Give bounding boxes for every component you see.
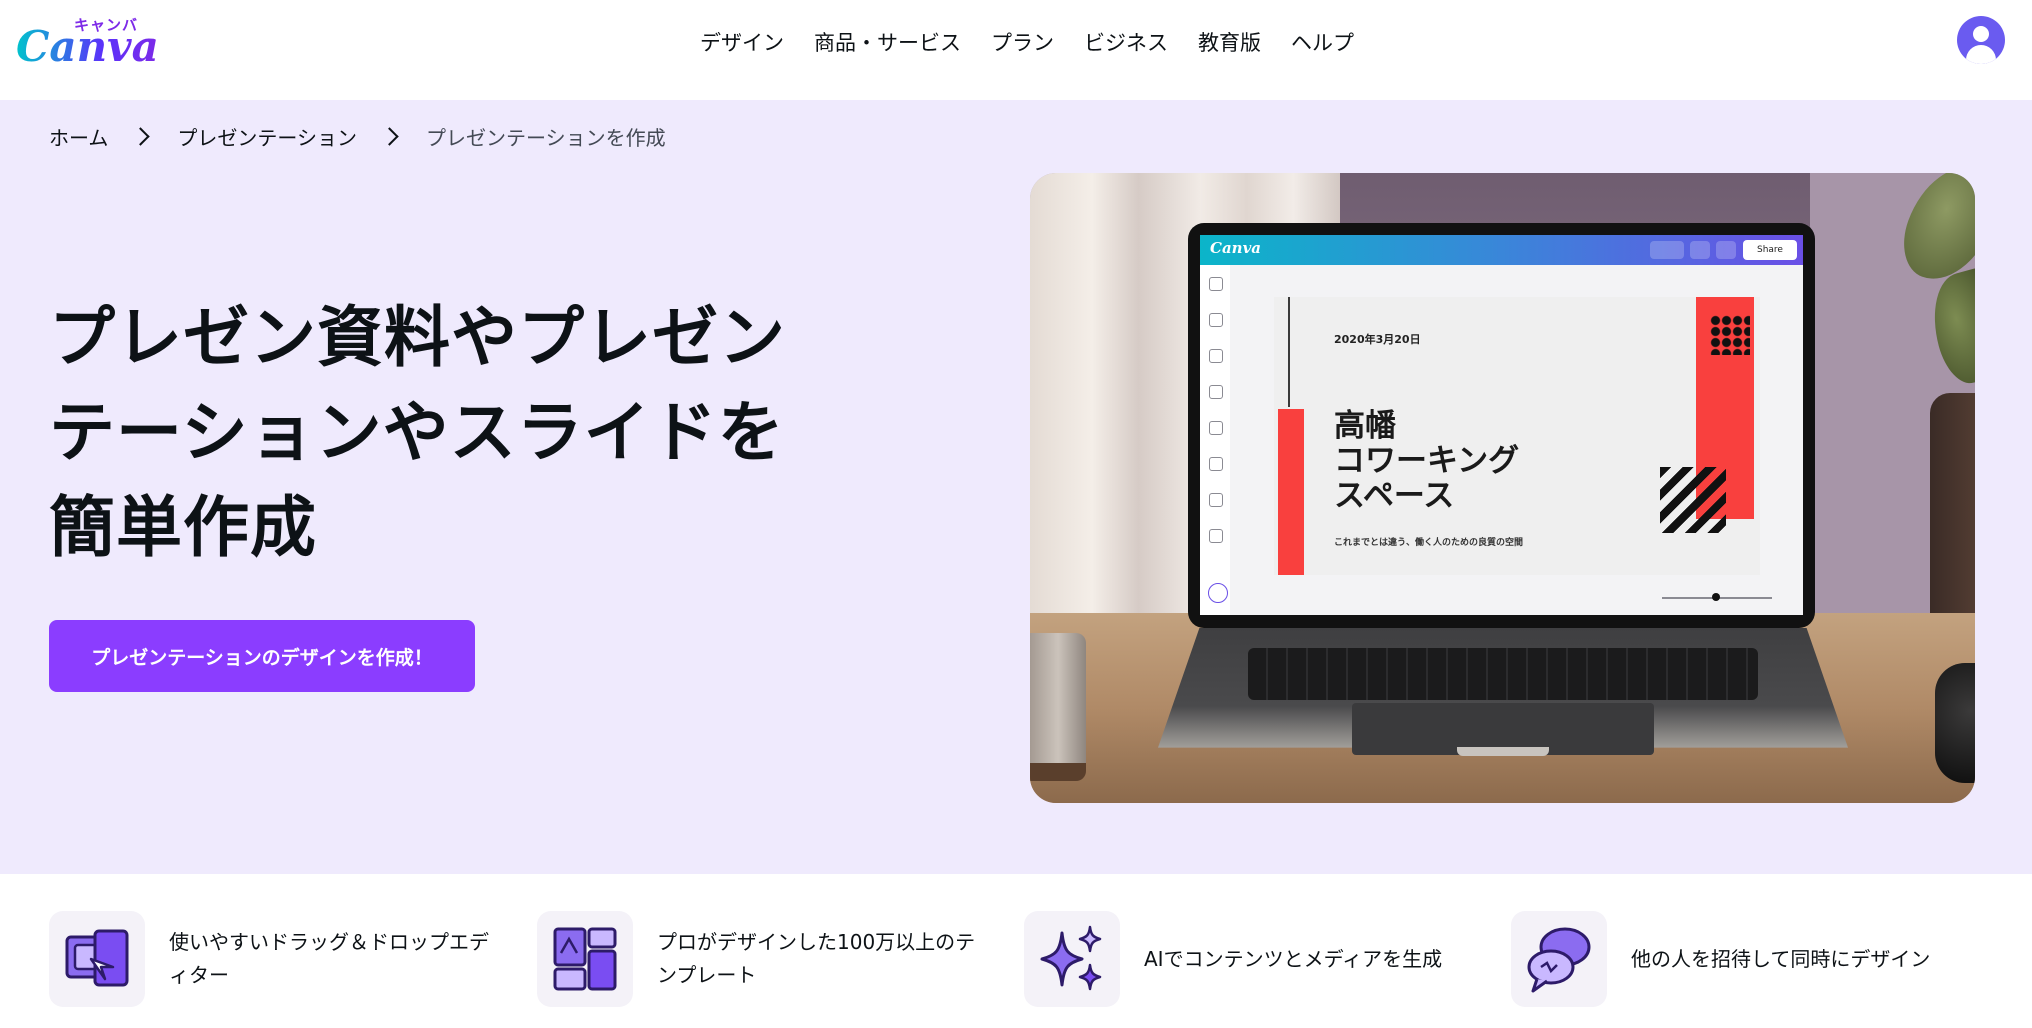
templates-icon [537,911,633,1007]
slide-date: 2020年3月20日 [1334,333,1421,346]
logo-wordmark: Canva [16,22,159,71]
create-presentation-button[interactable]: プレゼンテーションのデザインを作成！ [49,620,475,692]
mockup-text-icon [1209,349,1223,363]
image-camera-lens [1935,663,1975,783]
mockup-canva-editor: Canva Share 2020年3月20日 高幡 コワーキング スペース これ… [1200,235,1803,615]
mockup-zoom-knob [1712,593,1720,601]
avatar-body [1966,45,1996,64]
breadcrumb-home[interactable]: ホーム [49,122,108,151]
slide-line [1288,297,1290,407]
hero-section: ホーム プレゼンテーション プレゼンテーションを作成 プレゼン資料やプレゼンテー… [0,100,2032,874]
slide-title: 高幡 コワーキング スペース [1334,408,1520,514]
feature-text: AIでコンテンツとメディアを生成 [1144,946,1443,971]
mockup-apps-icon [1209,529,1223,543]
mockup-share-button: Share [1743,240,1797,260]
laptop-notch [1457,747,1549,756]
feature-text: 使いやすいドラッグ＆ドロップエディター [169,930,489,987]
nav-business[interactable]: ビジネス [1069,20,1183,64]
avatar-head [1973,26,1989,42]
features-row: 使いやすいドラッグ＆ドロップエディター プロがデザインした100万以上のテンプレ… [0,874,2032,1028]
mockup-elements-icon [1209,313,1223,327]
top-header: キャンバ Canva デザイン 商品・サービス プラン ビジネス 教育版 ヘルプ [0,0,2032,100]
feature-item: プロがデザインした100万以上のテンプレート [537,910,977,1008]
nav-design[interactable]: デザイン [685,20,799,64]
mockup-sidebar [1200,265,1230,615]
mockup-topbar: Canva Share [1200,235,1803,265]
user-avatar-icon[interactable] [1957,16,2005,64]
mockup-draw-icon [1209,457,1223,471]
slide-subtitle: これまでとは違う、働く人のための良質の空間 [1334,538,1524,548]
mockup-folder-icon [1209,493,1223,507]
breadcrumb-presentation[interactable]: プレゼンテーション [177,122,357,151]
canva-logo[interactable]: キャンバ Canva [16,14,159,74]
image-coaster [1030,763,1086,781]
mockup-avatar-group [1650,241,1684,259]
feature-item: 使いやすいドラッグ＆ドロップエディター [49,910,489,1008]
mockup-logo: Canva [1210,239,1261,257]
mockup-brand-icon [1209,385,1223,399]
page-title: プレゼン資料やプレゼンテーションやスライドを簡単作成 [49,299,786,566]
sparkles-icon [1024,911,1120,1007]
mockup-design-icon [1209,277,1223,291]
chevron-right-icon [380,127,399,146]
nav-help[interactable]: ヘルプ [1276,20,1369,64]
mockup-upload-icon [1209,421,1223,435]
mockup-comment-icon [1716,241,1736,259]
drag-drop-editor-icon [49,911,145,1007]
mockup-chart-icon [1690,241,1710,259]
feature-item: AIでコンテンツとメディアを生成 [1024,910,1484,1008]
feature-item: 他の人を招待して同時にデザイン [1511,910,1971,1008]
collaboration-chat-icon [1511,911,1607,1007]
nav-plans[interactable]: プラン [976,20,1069,64]
nav-products[interactable]: 商品・サービス [799,20,976,64]
mockup-slide: 2020年3月20日 高幡 コワーキング スペース これまでとは違う、働く人のた… [1274,297,1760,575]
slide-red-bar [1278,409,1304,575]
slide-dot-pattern [1710,315,1750,355]
breadcrumb-current: プレゼンテーションを作成 [426,126,666,150]
hero-laptop-image: Canva Share 2020年3月20日 高幡 コワーキング スペース これ… [1030,173,1975,803]
chevron-right-icon [131,127,151,146]
feature-text: プロがデザインした100万以上のテンプレート [657,930,976,987]
mockup-magic-icon [1208,583,1228,603]
laptop-keyboard [1248,648,1758,700]
breadcrumb: ホーム プレゼンテーション プレゼンテーションを作成 [49,122,666,151]
slide-stripe-pattern [1660,467,1726,533]
feature-text: 他の人を招待して同時にデザイン [1631,946,1931,971]
image-cup [1030,633,1086,773]
nav-education[interactable]: 教育版 [1183,20,1276,64]
main-nav: デザイン 商品・サービス プラン ビジネス 教育版 ヘルプ [685,20,1369,64]
